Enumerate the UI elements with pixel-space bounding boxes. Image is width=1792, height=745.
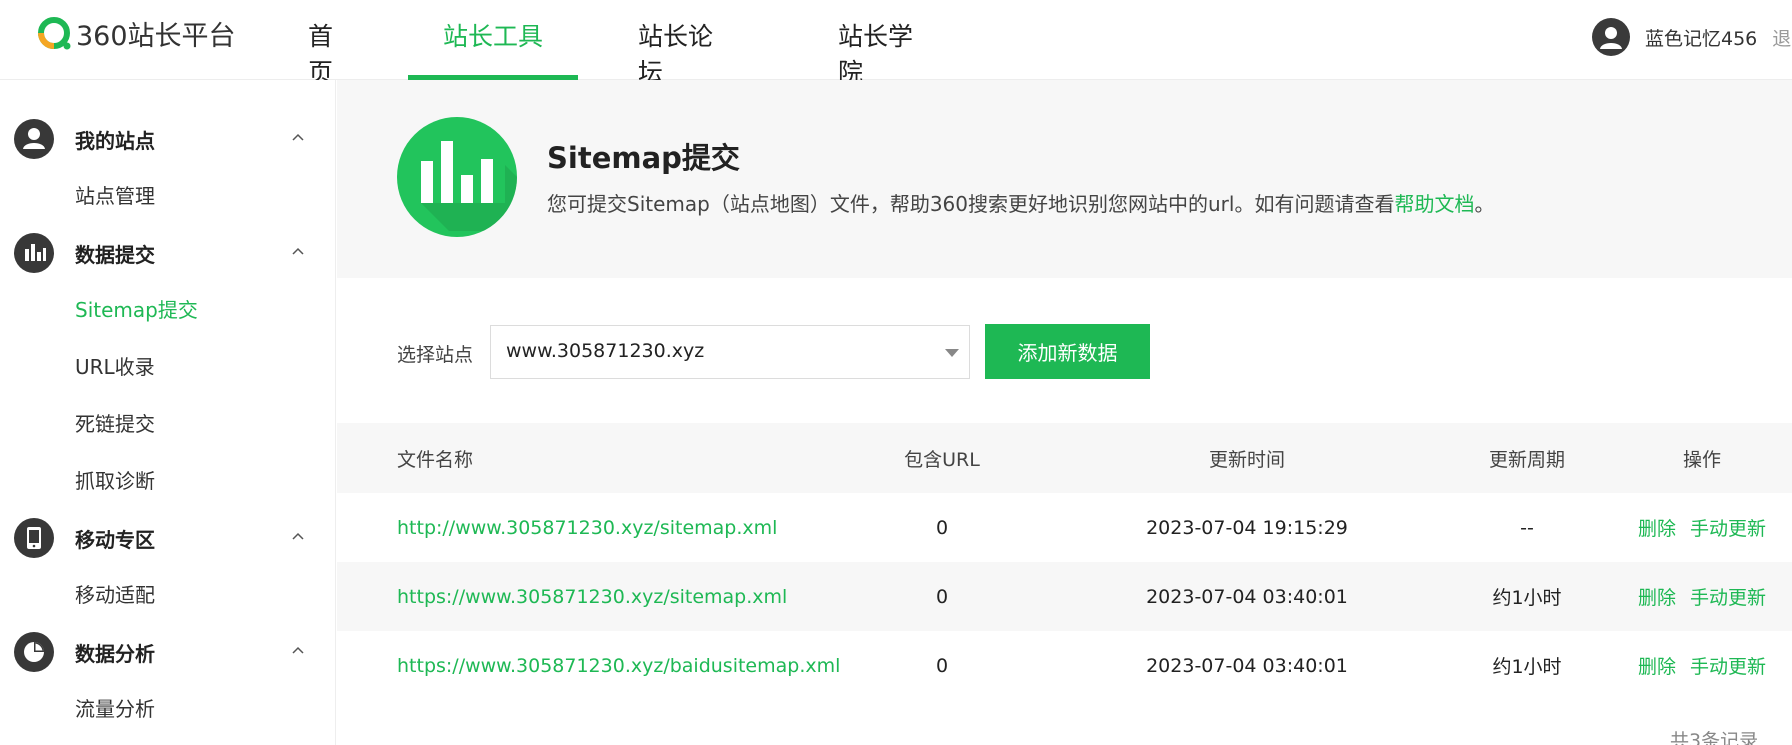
site-logo[interactable]: 360站长平台 (36, 16, 236, 52)
record-count: 共3条记录 (1670, 730, 1759, 745)
sitemap-file-link[interactable]: https://www.305871230.xyz/sitemap.xml (397, 586, 787, 608)
sidebar-item-url-index[interactable]: URL收录 (75, 352, 155, 382)
site-select-value: www.305871230.xyz (506, 340, 705, 362)
table-row: https://www.305871230.xyz/sitemap.xml 0 … (337, 562, 1792, 631)
table-row: http://www.305871230.xyz/sitemap.xml 0 2… (337, 493, 1792, 562)
column-header-actions: 操作 (1682, 448, 1721, 471)
update-cycle: 约1小时 (1492, 587, 1562, 609)
url-count: 0 (935, 654, 949, 677)
update-cycle: -- (1520, 516, 1534, 539)
page-description: 您可提交Sitemap（站点地图）文件，帮助360搜索更好地识别您网站中的url… (547, 188, 1494, 217)
url-count: 0 (935, 585, 949, 608)
user-area: 蓝色记忆456 退 (1592, 17, 1791, 57)
chevron-up-icon[interactable] (292, 245, 304, 257)
sidebar-item-sitemap-submit[interactable]: Sitemap提交 (75, 295, 198, 325)
add-new-data-button[interactable]: 添加新数据 (985, 324, 1150, 379)
manual-update-button[interactable]: 手动更新 (1690, 583, 1766, 610)
chevron-up-icon[interactable] (292, 644, 304, 656)
site-select[interactable]: www.305871230.xyz (490, 325, 970, 379)
logout-link[interactable]: 退 (1772, 24, 1791, 51)
sidebar-item-traffic-analysis[interactable]: 流量分析 (75, 694, 155, 724)
sidebar-group-label: 移动专区 (75, 527, 155, 552)
url-count: 0 (935, 516, 949, 539)
table-row: https://www.305871230.xyz/baidusitemap.x… (337, 631, 1792, 700)
site-filter: 选择站点 www.305871230.xyz 添加新数据 (337, 278, 1792, 423)
mobile-icon (14, 518, 54, 558)
nav-home[interactable]: 首页 (308, 0, 352, 87)
update-time: 2023-07-04 19:15:29 (1146, 516, 1348, 539)
bar-chart-icon (14, 233, 54, 273)
sidebar-group-data-submit[interactable]: 数据提交 (14, 233, 304, 273)
update-cycle: 约1小时 (1492, 656, 1562, 678)
update-time: 2023-07-04 03:40:01 (1146, 654, 1348, 677)
help-doc-link[interactable]: 帮助文档 (1394, 192, 1474, 216)
logo-icon (38, 17, 71, 50)
caret-down-icon (945, 349, 959, 357)
delete-button[interactable]: 删除 (1638, 514, 1676, 541)
sidebar-group-label: 数据提交 (75, 242, 155, 267)
sidebar-group-label: 数据分析 (75, 641, 155, 666)
sitemap-file-link[interactable]: https://www.305871230.xyz/baidusitemap.x… (397, 655, 840, 677)
sitemap-file-link[interactable]: http://www.305871230.xyz/sitemap.xml (397, 517, 777, 539)
column-header-file: 文件名称 (397, 448, 474, 471)
select-site-label: 选择站点 (397, 344, 474, 366)
sidebar-group-label: 我的站点 (75, 128, 155, 153)
avatar[interactable] (1592, 18, 1630, 56)
sitemap-table: 文件名称 包含URL 更新时间 更新周期 操作 http://www.30587… (337, 423, 1792, 700)
page-title: Sitemap提交 (547, 141, 740, 175)
delete-button[interactable]: 删除 (1638, 652, 1676, 679)
top-header: 360站长平台 首页 站长工具 站长论坛 站长学院 蓝色记忆456 退 (0, 0, 1792, 87)
delete-button[interactable]: 删除 (1638, 583, 1676, 610)
table-header: 文件名称 包含URL 更新时间 更新周期 操作 (337, 423, 1792, 493)
column-header-url-count: 包含URL (904, 448, 980, 471)
sidebar: 我的站点 站点管理 数据提交 Sitemap提交 URL收录 死链提交 抓取诊断… (0, 80, 336, 745)
avatar-user-icon (1600, 27, 1622, 49)
sidebar-item-crawl-diagnosis[interactable]: 抓取诊断 (75, 466, 155, 496)
sidebar-item-site-management[interactable]: 站点管理 (75, 181, 155, 211)
chevron-up-icon[interactable] (292, 131, 304, 143)
nav-academy[interactable]: 站长学院 (838, 0, 928, 87)
description-text: 您可提交Sitemap（站点地图）文件，帮助360搜索更好地识别您网站中的url… (547, 192, 1395, 216)
pie-chart-icon (14, 632, 54, 672)
update-time: 2023-07-04 03:40:01 (1146, 585, 1348, 608)
sidebar-group-my-sites[interactable]: 我的站点 (14, 119, 304, 159)
manual-update-button[interactable]: 手动更新 (1690, 652, 1766, 679)
user-icon (14, 119, 54, 159)
logo-text: 360站长平台 (76, 20, 236, 52)
sitemap-chart-icon (397, 117, 517, 237)
page-banner: Sitemap提交 您可提交Sitemap（站点地图）文件，帮助360搜索更好地… (337, 80, 1792, 278)
column-header-update-time: 更新时间 (1208, 448, 1285, 471)
sidebar-group-mobile[interactable]: 移动专区 (14, 518, 304, 558)
sidebar-item-mobile-adapt[interactable]: 移动适配 (75, 580, 155, 610)
manual-update-button[interactable]: 手动更新 (1690, 514, 1766, 541)
column-header-update-cycle: 更新周期 (1488, 448, 1565, 471)
nav-forum[interactable]: 站长论坛 (638, 0, 728, 87)
nav-webmaster-tools[interactable]: 站长工具 (408, 0, 578, 80)
sidebar-group-data-analysis[interactable]: 数据分析 (14, 632, 304, 672)
chevron-up-icon[interactable] (292, 530, 304, 542)
main-nav: 首页 站长工具 站长论坛 站长学院 (308, 0, 928, 87)
username[interactable]: 蓝色记忆456 (1645, 24, 1757, 51)
sidebar-item-dead-link[interactable]: 死链提交 (75, 409, 155, 439)
description-suffix: 。 (1474, 192, 1495, 216)
